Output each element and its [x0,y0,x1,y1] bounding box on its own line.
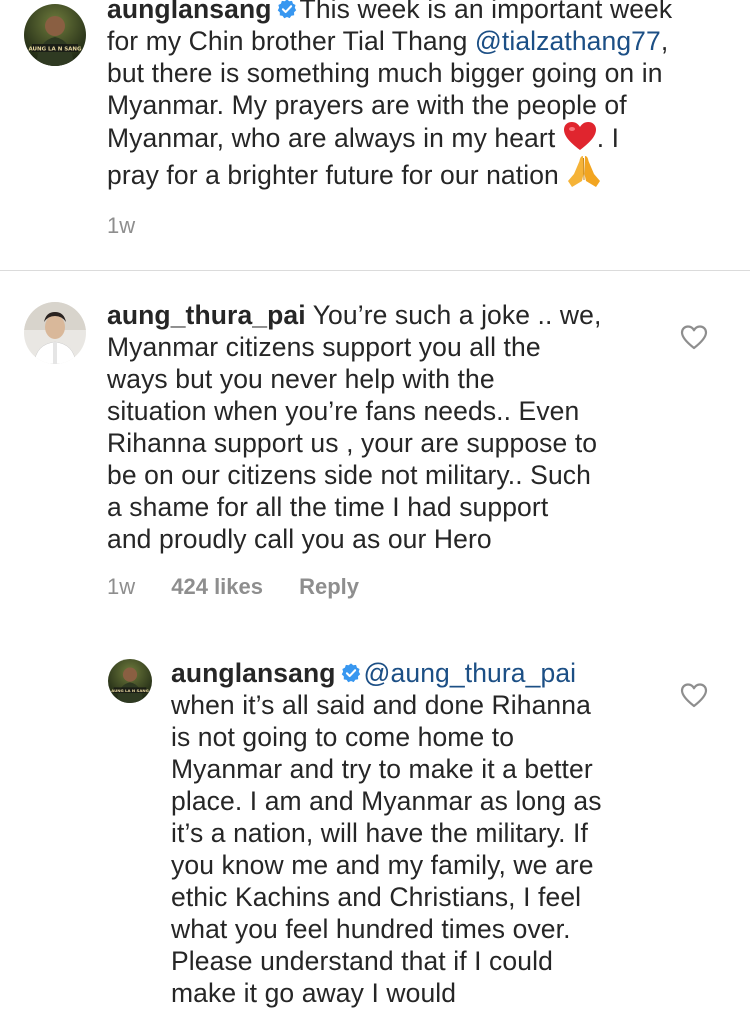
comment-text-line: is not going to come home to [171,722,515,752]
avatar-aung-thura-pai[interactable] [24,302,86,364]
avatar-aunglansang[interactable]: AUNG LA N SANG [24,4,86,66]
avatar-logo-text: AUNG LA N SANG [28,47,82,53]
comment-meta: 1w 424 likes Reply [107,574,389,600]
comment-text-line: what you feel hundred times over. [171,914,571,944]
mention-link[interactable]: @aung_thura_pai [364,658,577,688]
comment-text-line: ways but you never help with the [107,364,495,394]
comment-text-line: . I [596,123,620,153]
comment-meta: 1w [107,213,165,239]
comment-text-line: , [660,26,669,56]
comment-text-line: Myanmar citizens support you all the [107,332,541,362]
reply-button[interactable]: Reply [299,574,359,599]
comment-time: 1w [107,574,136,599]
verified-badge-icon [341,663,360,683]
comment-text-line: This week is an important week [299,0,673,24]
comment-text-line: but there is something much bigger going… [107,58,663,88]
comment-text-line: you know me and my family, we are [171,850,594,880]
comment-text-line: be on our citizens side not military.. S… [107,460,591,490]
comment-body: aunglansang @aung_thura_pai when it’s all… [171,657,711,1009]
comment-body: aung_thura_pai You’re such a joke .. we,… [107,299,707,555]
comment-body: aunglansang This week is an important wee… [107,0,737,191]
comment-text-line: for my Chin brother Tial Thang [107,26,475,56]
red-heart-emoji-icon [563,122,596,150]
comment-text-line: ethic Kachins and Christians, I feel [171,882,582,912]
username[interactable]: aunglansang [171,658,336,688]
verified-badge-icon [277,0,296,19]
avatar-aunglansang[interactable]: AUNG LA N SANG [108,659,152,703]
comment-text-line: situation when you’re fans needs.. Even [107,396,580,426]
comment-text-line: Myanmar and try to make it a better [171,754,593,784]
comment-text-line: Myanmar, who are always in my heart [107,123,563,153]
comment-text-line: pray for a brighter future for our natio… [107,160,567,190]
comment-text-line: make it go away I would [171,978,457,1008]
like-heart-icon[interactable] [680,682,708,708]
username[interactable]: aunglansang [107,0,272,24]
divider [0,270,750,271]
comment-text-line: Please understand that if I could [171,946,553,976]
mention-link[interactable]: @tialzathang77 [475,26,661,56]
comment-text-line: place. I am and Myanmar as long as [171,786,602,816]
comment-text-line: it’s a nation, will have the military. I… [171,818,588,848]
comment-text-line: Rihanna support us , your are suppose to [107,428,598,458]
comment-text-line: a shame for all the time I had support [107,492,549,522]
comment-text-line: when it’s all said and done Rihanna [171,690,591,720]
comment-text-line: Myanmar. My prayers are with the people … [107,90,627,120]
comment-text-line: You’re such a joke .. we, [305,300,602,330]
folded-hands-emoji-icon [568,156,601,187]
likes-count-button[interactable]: 424 likes [171,574,263,599]
comment-time: 1w [107,213,136,238]
avatar-logo-text: AUNG LA N SANG [111,688,149,693]
comment-text-line: and proudly call you as our Hero [107,524,492,554]
username[interactable]: aung_thura_pai [107,300,306,330]
like-heart-icon[interactable] [680,324,708,350]
